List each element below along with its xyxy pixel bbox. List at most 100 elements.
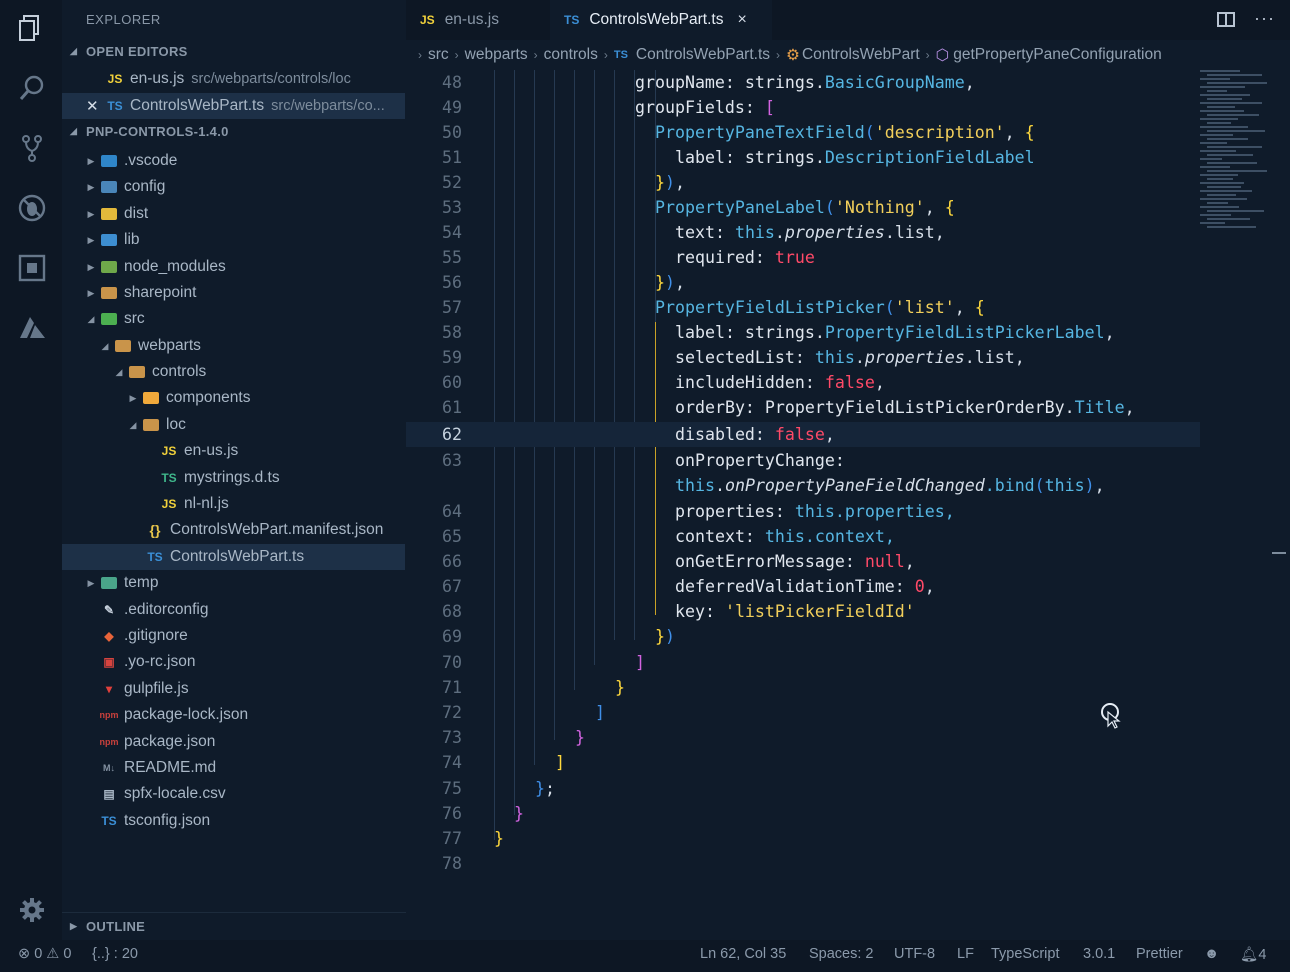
search-icon[interactable] [14, 70, 50, 106]
tree-item[interactable]: npm package.json [62, 729, 405, 755]
code-token: } [655, 273, 665, 292]
debug-icon[interactable] [14, 190, 50, 226]
source-control-icon[interactable] [14, 130, 50, 166]
tree-item[interactable]: ◢ src [62, 306, 405, 332]
tree-item[interactable]: ▶ components [62, 385, 405, 411]
tree-item[interactable]: JS en-us.js [62, 438, 405, 464]
line-ending[interactable]: LF [957, 946, 974, 962]
code-token: properties [864, 348, 965, 367]
folder-open-icon [112, 339, 134, 354]
tree-item[interactable]: ▶ dist [62, 201, 405, 227]
tree-item[interactable]: {} ControlsWebPart.manifest.json [62, 517, 405, 543]
tree-item[interactable]: ▶ lib [62, 227, 405, 253]
tree-item[interactable]: ▤ spfx-locale.csv [62, 781, 405, 807]
tree-item-label: loc [166, 416, 186, 433]
open-editor-item[interactable]: JS en-us.js src/webparts/controls/loc [62, 66, 405, 92]
explorer-icon[interactable] [14, 10, 50, 46]
outline-header[interactable]: ▶ OUTLINE [70, 919, 145, 934]
minimap-line [1200, 158, 1222, 160]
code-token: } [514, 804, 524, 823]
minimap-line [1207, 74, 1262, 76]
code-token: ( [824, 198, 835, 217]
tree-item[interactable]: ✎ .editorconfig [62, 597, 405, 623]
tree-item[interactable]: JS nl-nl.js [62, 491, 405, 517]
minimap[interactable] [1200, 70, 1274, 240]
code-token: , [964, 73, 975, 92]
feedback-smiley-icon[interactable]: ☻ [1204, 946, 1219, 962]
tree-item-label: sharepoint [124, 284, 197, 301]
scrollbar-indicator[interactable] [1272, 552, 1286, 554]
open-editors-header[interactable]: ◢ OPEN EDITORS [70, 44, 188, 59]
ts-version[interactable]: 3.0.1 [1083, 946, 1115, 962]
breadcrumb-item[interactable]: webparts [465, 46, 528, 64]
tree-item[interactable]: ◢ webparts [62, 333, 405, 359]
breadcrumb: › src › webparts › controls › TS Control… [406, 40, 1290, 70]
tree-item[interactable]: ▶ config [62, 174, 405, 200]
tree-item[interactable]: ▶ temp [62, 570, 405, 596]
line-number: 78 [442, 854, 462, 873]
breadcrumb-item[interactable]: controls [544, 46, 598, 64]
breadcrumb-item[interactable]: ControlsWebPart [802, 46, 920, 64]
code-token: 'list' [894, 298, 955, 317]
encoding[interactable]: UTF-8 [894, 946, 935, 962]
tree-item[interactable]: npm package-lock.json [62, 702, 405, 728]
more-actions-icon[interactable]: ··· [1254, 8, 1275, 29]
indentation[interactable]: Spaces: 2 [809, 946, 874, 962]
markdown-file-icon: M↓ [103, 763, 115, 773]
tree-item[interactable]: ◢ loc [62, 412, 405, 438]
tree-item[interactable]: ◢ controls [62, 359, 405, 385]
chevron-right-icon: ▶ [129, 392, 137, 403]
outline-section[interactable]: ▶ OUTLINE [62, 912, 406, 940]
code-token: ) [665, 273, 675, 292]
breadcrumb-item[interactable]: src [428, 46, 449, 64]
code-token: deferredValidationTime: [675, 577, 915, 596]
breadcrumb-item[interactable]: getPropertyPaneConfiguration [953, 46, 1162, 64]
notifications[interactable]: 🔔︎4 [1240, 946, 1267, 963]
code-token: text: [675, 223, 735, 242]
code-line: 61 orderBy: PropertyFieldListPickerOrderB… [406, 395, 1200, 420]
breadcrumb-item[interactable]: ControlsWebPart.ts [636, 46, 770, 64]
code-token: false [824, 373, 875, 392]
ts-definition-file-icon: TS [161, 471, 177, 485]
tree-item-active[interactable]: TS ControlsWebPart.ts [62, 544, 405, 570]
tree-item[interactable]: ◆ .gitignore [62, 623, 405, 649]
tsconfig-file-icon: TS [101, 814, 117, 828]
settings-gear-icon[interactable] [14, 892, 50, 928]
tree-item[interactable]: ▾ gulpfile.js [62, 676, 405, 702]
prettier-status[interactable]: Prettier [1136, 946, 1183, 962]
bracket-count[interactable]: {..} : 20 [92, 946, 138, 962]
tree-item[interactable]: TS tsconfig.json [62, 808, 405, 834]
tree-item[interactable]: M↓ README.md [62, 755, 405, 781]
tab-controlswebpart[interactable]: TS ControlsWebPart.ts × [550, 0, 772, 40]
code-line: 58 label: strings.PropertyFieldListPicker… [406, 320, 1200, 345]
close-icon[interactable]: ✕ [86, 97, 104, 115]
extensions-icon[interactable] [14, 250, 50, 286]
language-mode[interactable]: TypeScript [991, 946, 1060, 962]
node-modules-folder-icon [98, 260, 120, 275]
code-line: 77} [406, 826, 1200, 851]
tab-en-us[interactable]: JS en-us.js [406, 0, 550, 40]
cursor-position[interactable]: Ln 62, Col 35 [700, 946, 786, 962]
tree-item[interactable]: ▣ .yo-rc.json [62, 649, 405, 675]
code-token: ] [595, 703, 605, 722]
close-tab-icon[interactable]: × [737, 11, 746, 29]
azure-icon[interactable] [14, 310, 50, 346]
tree-item[interactable]: ▶ sharepoint [62, 280, 405, 306]
tree-item[interactable]: ▶ node_modules [62, 254, 405, 280]
code-line: 57 PropertyFieldListPicker('list', { [406, 295, 1200, 320]
code-token: null [864, 552, 905, 571]
minimap-line [1207, 122, 1231, 124]
line-number: 62 [442, 425, 462, 444]
line-number: 57 [442, 298, 462, 317]
tree-item[interactable]: TS mystrings.d.ts [62, 465, 405, 491]
open-editor-item[interactable]: ✕ TS ControlsWebPart.ts src/webparts/co.… [62, 93, 405, 119]
problems-indicator[interactable]: ⊗ 0 ⚠ 0 [18, 946, 71, 962]
line-number: 73 [442, 728, 462, 747]
tree-item[interactable]: ▶ .vscode [62, 148, 405, 174]
code-token: this [814, 348, 855, 367]
project-header[interactable]: ◢ PNP-CONTROLS-1.4.0 [70, 124, 229, 139]
split-editor-icon[interactable] [1216, 10, 1236, 28]
tree-item-label: ControlsWebPart.manifest.json [170, 521, 384, 538]
chevron-down-icon: ◢ [101, 340, 109, 351]
code-editor[interactable]: 48 groupName: strings.BasicGroupName, 49 g… [406, 70, 1290, 940]
